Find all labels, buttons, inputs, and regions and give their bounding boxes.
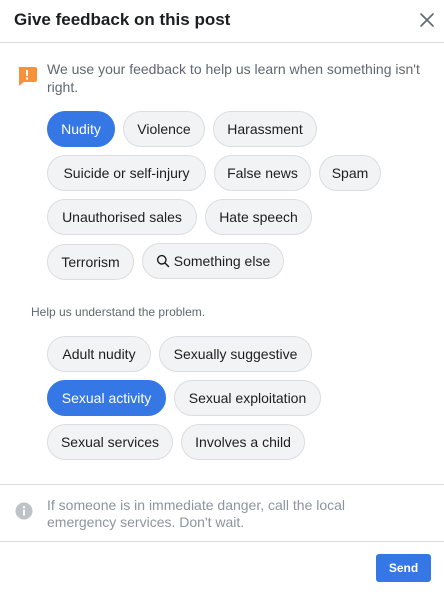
chip-suicide-or-self-injury[interactable]: Suicide or self-injury: [47, 155, 206, 191]
chip-unauthorised-sales[interactable]: Unauthorised sales: [47, 199, 197, 235]
search-icon: [156, 254, 169, 268]
chip-label: Sexual exploitation: [188, 390, 307, 406]
chip-label: Involves a child: [195, 434, 291, 450]
chip-sexual-exploitation[interactable]: Sexual exploitation: [174, 380, 321, 416]
chip-hate-speech[interactable]: Hate speech: [205, 199, 312, 235]
chip-violence[interactable]: Violence: [123, 111, 205, 147]
info-icon: [15, 502, 33, 520]
chip-spam[interactable]: Spam: [319, 155, 381, 191]
chip-label: Adult nudity: [62, 346, 136, 362]
chip-false-news[interactable]: False news: [214, 155, 311, 191]
chip-label: Something else: [173, 253, 271, 269]
close-icon: [420, 13, 434, 27]
chip-label: Nudity: [61, 121, 101, 137]
chip-label: Spam: [331, 165, 369, 181]
chip-label: False news: [227, 165, 298, 181]
emergency-notice: If someone is in immediate danger, call …: [47, 497, 346, 530]
chip-label: Terrorism: [61, 254, 120, 270]
chip-nudity[interactable]: Nudity: [47, 111, 115, 147]
dialog-title: Give feedback on this post: [14, 10, 231, 29]
chip-sexual-services[interactable]: Sexual services: [47, 424, 173, 460]
chip-adult-nudity[interactable]: Adult nudity: [47, 336, 151, 372]
divider: [0, 484, 444, 485]
chip-involves-a-child[interactable]: Involves a child: [181, 424, 305, 460]
send-button[interactable]: Send: [376, 554, 431, 582]
chip-terrorism[interactable]: Terrorism: [47, 244, 134, 280]
notice-text: We use your feedback to help us learn wh…: [47, 61, 420, 95]
problem-prompt: Help us understand the problem.: [31, 305, 206, 319]
warning-icon: [18, 67, 37, 86]
divider: [0, 541, 444, 542]
chip-label: Suicide or self-injury: [63, 165, 190, 181]
chip-label: Unauthorised sales: [62, 209, 182, 225]
chip-sexual-activity[interactable]: Sexual activity: [47, 380, 166, 416]
chip-label: Violence: [137, 121, 191, 137]
chip-label: Sexual services: [60, 434, 160, 450]
dialog-header: Give feedback on this post: [0, 0, 444, 43]
chip-something-else[interactable]: Something else: [142, 243, 284, 279]
chip-label: Sexually suggestive: [173, 346, 298, 362]
chip-label: Harassment: [227, 121, 303, 137]
chip-label: Hate speech: [219, 209, 298, 225]
chip-harassment[interactable]: Harassment: [213, 111, 317, 147]
chip-label: Sexual activity: [61, 390, 152, 406]
close-button[interactable]: [416, 9, 438, 31]
chip-sexually-suggestive[interactable]: Sexually suggestive: [159, 336, 312, 372]
